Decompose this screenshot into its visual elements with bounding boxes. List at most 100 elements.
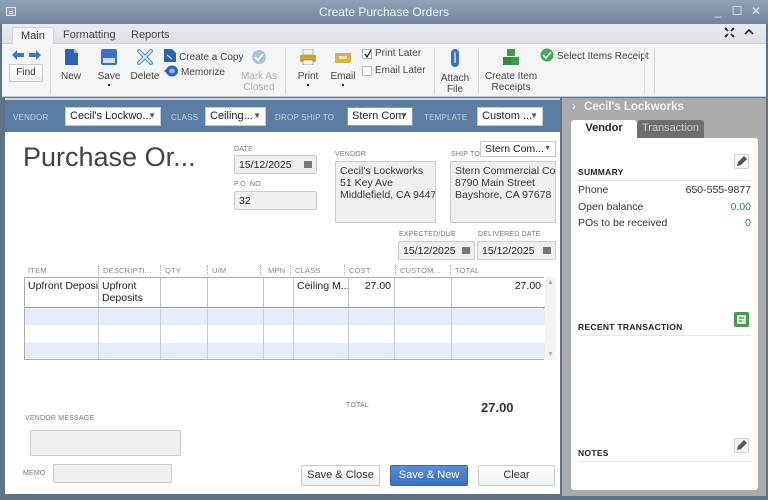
- ship-to-dropdown[interactable]: Stern Com... ▼: [480, 141, 556, 157]
- memo-field[interactable]: [53, 464, 172, 483]
- scroll-up-icon[interactable]: ▲: [547, 279, 554, 286]
- tab-vendor[interactable]: Vendor: [571, 120, 637, 138]
- column-header-class[interactable]: CLASS: [295, 266, 321, 275]
- po-number-value: 32: [239, 195, 251, 207]
- delivered-date-field[interactable]: 15/12/2025: [477, 241, 556, 260]
- column-divider[interactable]: [98, 265, 99, 275]
- print-button[interactable]: Print: [295, 48, 321, 86]
- minimize-button[interactable]: _: [711, 5, 725, 17]
- column-header-cost[interactable]: COST: [349, 266, 371, 275]
- edit-notes-pencil-icon[interactable]: [734, 438, 749, 453]
- class-cell[interactable]: Ceiling M...: [293, 278, 348, 307]
- separator: [654, 48, 655, 94]
- table-row[interactable]: [25, 309, 545, 326]
- table-row[interactable]: [25, 343, 545, 359]
- cost-cell[interactable]: 27.00: [348, 278, 394, 307]
- column-divider[interactable]: [344, 265, 345, 275]
- select-items-receipt-button[interactable]: Select Items Receipt: [540, 48, 649, 65]
- dropdown-arrow-icon: ▼: [148, 111, 156, 120]
- column-divider[interactable]: [160, 265, 161, 275]
- column-line: [160, 309, 161, 359]
- grid-scrollbar[interactable]: ▲ ▼: [545, 277, 556, 360]
- column-header-total[interactable]: TOTAL: [455, 266, 479, 275]
- find-button[interactable]: Find: [9, 64, 43, 82]
- description-cell[interactable]: Upfront Deposits: [98, 278, 160, 307]
- customer-cell[interactable]: [394, 278, 451, 307]
- tab-reports[interactable]: Reports: [123, 27, 178, 44]
- ship-to-label: SHIP TO: [451, 151, 481, 158]
- calendar-icon[interactable]: [462, 247, 470, 254]
- column-header-um[interactable]: U/M: [212, 266, 226, 275]
- chevron-up-icon[interactable]: [744, 27, 754, 40]
- mark-as-closed-button[interactable]: Mark As Closed: [240, 49, 278, 93]
- memorize-label: Memorize: [181, 67, 225, 78]
- scroll-down-icon[interactable]: ▼: [547, 351, 554, 358]
- template-dropdown[interactable]: Custom ... ▼: [477, 107, 543, 126]
- vendor-message-field[interactable]: [30, 430, 181, 456]
- column-divider[interactable]: [290, 265, 291, 275]
- vendor-dropdown[interactable]: Cecil's Lockwo... ▼: [65, 107, 161, 126]
- column-header-item[interactable]: ITEM: [28, 266, 47, 275]
- edit-summary-pencil-icon[interactable]: [734, 154, 749, 169]
- line-items-grid: Upfront Deposit Upfront Deposits Ceiling…: [24, 277, 545, 360]
- template-value: Custom ...: [482, 110, 533, 122]
- drop-ship-to-dropdown[interactable]: Stern Com ▼: [347, 107, 413, 126]
- memorize-button[interactable]: Memorize: [164, 65, 225, 80]
- table-row[interactable]: Upfront Deposit Upfront Deposits Ceiling…: [25, 278, 545, 308]
- pos-to-receive-link[interactable]: 0: [745, 217, 751, 229]
- print-later-checkbox[interactable]: Print Later: [362, 48, 421, 59]
- create-item-receipts-button[interactable]: Create Item Receipts: [484, 49, 538, 93]
- side-panel-header[interactable]: › Cecil's Lockworks: [562, 98, 766, 118]
- date-field[interactable]: 15/12/2025: [234, 155, 317, 174]
- delete-button[interactable]: Delete: [130, 49, 160, 82]
- table-row[interactable]: [25, 326, 545, 343]
- um-cell[interactable]: [207, 278, 263, 307]
- separator: [50, 48, 51, 94]
- attach-file-button[interactable]: Attach File: [440, 49, 470, 95]
- tab-formatting[interactable]: Formatting: [55, 27, 124, 44]
- qty-cell[interactable]: [160, 278, 207, 307]
- create-copy-button[interactable]: Create a Copy: [164, 49, 243, 65]
- attach-file-label-1: Attach: [440, 73, 470, 84]
- save-and-close-button[interactable]: Save & Close: [301, 465, 380, 486]
- ship-to-address-field[interactable]: Stern Commercial Con 8790 Main Street Ba…: [450, 161, 556, 223]
- column-header-qty[interactable]: QTY: [165, 266, 181, 275]
- next-arrow-icon[interactable]: [29, 50, 41, 63]
- column-divider[interactable]: [395, 265, 396, 275]
- chevron-right-icon[interactable]: ›: [572, 101, 576, 113]
- column-divider[interactable]: [260, 265, 261, 275]
- expected-due-field[interactable]: 15/12/2025: [398, 241, 475, 260]
- clear-button[interactable]: Clear: [478, 465, 555, 486]
- template-label: TEMPLATE: [424, 113, 468, 122]
- tab-transaction[interactable]: Transaction: [637, 120, 704, 138]
- tab-main[interactable]: Main: [12, 27, 54, 44]
- side-panel-title: Cecil's Lockworks: [584, 101, 684, 113]
- quick-report-icon[interactable]: [734, 312, 749, 327]
- close-button[interactable]: ✕: [749, 5, 763, 17]
- expand-icon[interactable]: [724, 27, 735, 41]
- mark-as-closed-label-1: Mark As: [240, 71, 278, 82]
- total-cell[interactable]: 27.00: [451, 278, 544, 307]
- po-number-field[interactable]: 32: [234, 191, 317, 210]
- item-cell[interactable]: Upfront Deposit: [25, 278, 98, 307]
- vendor-address-field[interactable]: Cecil's Lockworks 51 Key Ave Middlefield…: [335, 161, 436, 223]
- column-header-customer[interactable]: CUSTOM...: [400, 266, 440, 275]
- new-button[interactable]: New: [58, 49, 84, 82]
- column-header-mpn[interactable]: MPN: [268, 266, 285, 275]
- save-and-new-button[interactable]: Save & New: [390, 465, 468, 486]
- column-header-description[interactable]: DESCRIPTI...: [103, 266, 152, 275]
- vendor-address-line: Cecil's Lockworks: [340, 165, 424, 177]
- email-later-checkbox[interactable]: Email Later: [362, 65, 426, 76]
- column-divider[interactable]: [207, 265, 208, 275]
- maximize-button[interactable]: ☐: [730, 5, 744, 17]
- previous-arrow-icon[interactable]: [12, 50, 24, 63]
- calendar-icon[interactable]: [304, 161, 312, 168]
- open-balance-link[interactable]: 0.00: [731, 201, 751, 213]
- ship-to-dropdown-value: Stern Com...: [485, 143, 544, 155]
- column-divider[interactable]: [450, 265, 451, 275]
- calendar-icon[interactable]: [543, 247, 551, 254]
- save-button[interactable]: Save: [95, 49, 123, 86]
- class-dropdown[interactable]: Ceiling... ▼: [205, 107, 266, 126]
- mpn-cell[interactable]: [263, 278, 293, 307]
- email-button[interactable]: Email: [329, 49, 357, 86]
